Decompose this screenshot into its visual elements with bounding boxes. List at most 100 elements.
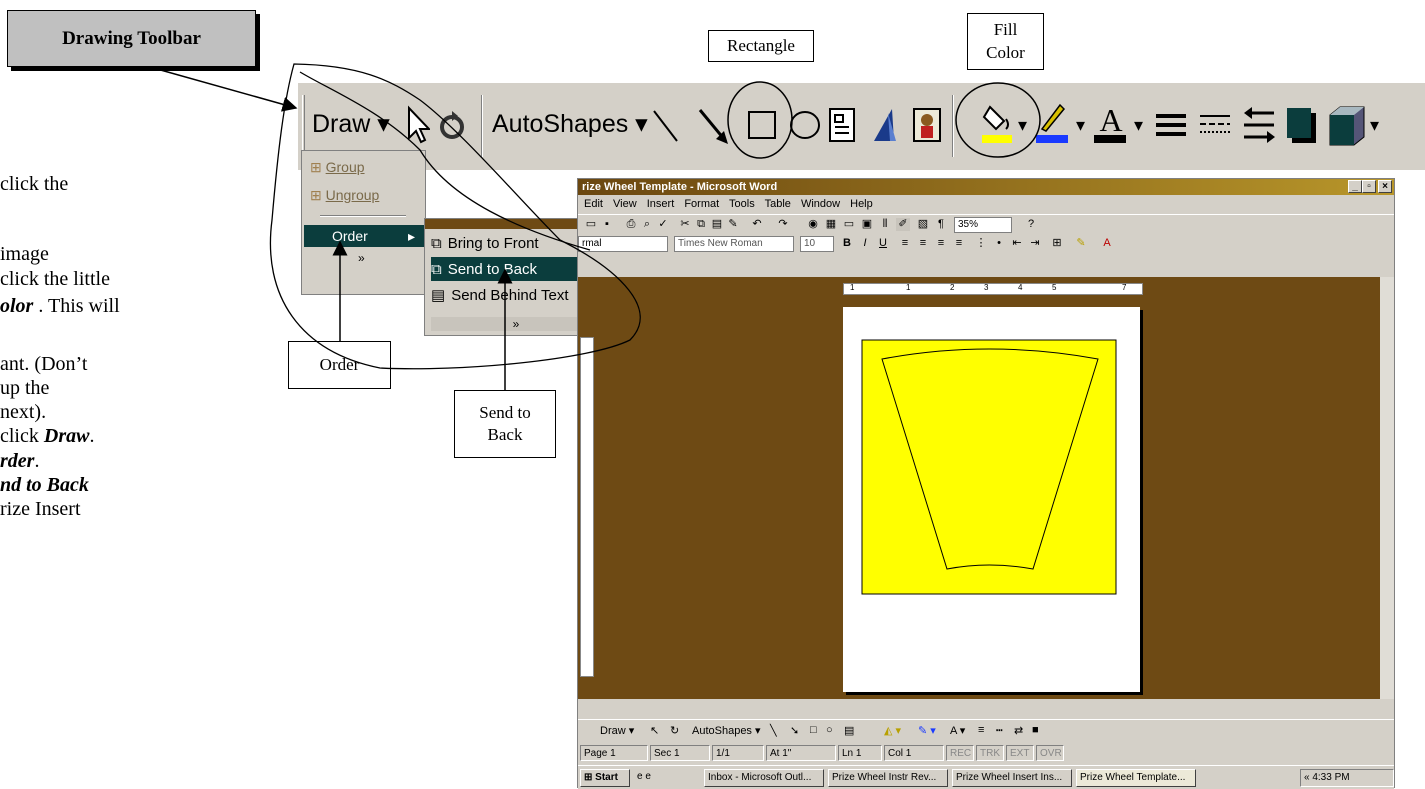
font-color-small-icon[interactable]: A: [1100, 237, 1114, 250]
menu-view[interactable]: View: [613, 198, 637, 210]
copy-icon[interactable]: ⧉: [694, 218, 708, 231]
numbering-icon[interactable]: ⋮: [974, 237, 988, 250]
prize-wheel-segment[interactable]: [861, 339, 1119, 597]
line-style-icon[interactable]: [1154, 109, 1188, 141]
task-template[interactable]: Prize Wheel Template...: [1076, 769, 1196, 787]
font-color-icon[interactable]: A: [1094, 101, 1128, 147]
shadow-icon[interactable]: [1284, 105, 1318, 145]
menu-format[interactable]: Format: [684, 198, 719, 210]
small-draw-button[interactable]: Draw ▾: [600, 724, 634, 737]
insert-excel-icon[interactable]: ▣: [860, 218, 874, 231]
more-buttons-dropdown[interactable]: ▾: [1370, 115, 1379, 136]
menu-expand-chevron[interactable]: »: [358, 251, 365, 265]
bullets-icon[interactable]: •: [992, 237, 1006, 250]
fill-color-icon[interactable]: [982, 101, 1014, 147]
small-font-color-icon[interactable]: A ▾: [950, 724, 965, 737]
align-right-icon[interactable]: ≡: [934, 237, 948, 250]
justify-icon[interactable]: ≡: [952, 237, 966, 250]
yellow-rectangle[interactable]: [861, 339, 1117, 595]
small-arrow-icon[interactable]: ➘: [790, 724, 799, 737]
tables-borders-icon[interactable]: ▦: [824, 218, 838, 231]
save-icon[interactable]: ▪: [600, 218, 614, 231]
insert-clip-art-icon[interactable]: [912, 107, 942, 143]
fill-color-dropdown[interactable]: ▾: [1018, 115, 1027, 136]
document-map-icon[interactable]: ▧: [916, 218, 930, 231]
zoom-select[interactable]: 35%: [954, 217, 1012, 233]
status-ovr[interactable]: OVR: [1036, 745, 1064, 761]
menu-table[interactable]: Table: [765, 198, 791, 210]
menu-item-send-behind-text[interactable]: ▤ Send Behind Text: [431, 283, 601, 307]
dash-style-icon[interactable]: [1198, 109, 1232, 141]
columns-icon[interactable]: ⫴: [878, 218, 892, 231]
status-ext[interactable]: EXT: [1006, 745, 1034, 761]
menu-insert[interactable]: Insert: [647, 198, 675, 210]
increase-indent-icon[interactable]: ⇥: [1028, 237, 1042, 250]
small-arrow-style-icon[interactable]: ⇄: [1014, 724, 1023, 737]
line-icon[interactable]: [650, 107, 680, 145]
spelling-icon[interactable]: ✓: [656, 218, 670, 231]
small-shadow-icon[interactable]: ■: [1032, 724, 1039, 736]
oval-icon[interactable]: [788, 109, 822, 141]
redo-icon[interactable]: ↷: [776, 218, 790, 231]
status-rec[interactable]: REC: [946, 745, 974, 761]
cut-icon[interactable]: ✂: [678, 218, 692, 231]
center-icon[interactable]: ≡: [916, 237, 930, 250]
decrease-indent-icon[interactable]: ⇤: [1010, 237, 1024, 250]
borders-icon[interactable]: ⊞: [1050, 237, 1064, 250]
task-instr-rev[interactable]: Prize Wheel Instr Rev...: [828, 769, 948, 787]
help-icon[interactable]: ?: [1024, 218, 1038, 231]
status-trk[interactable]: TRK: [976, 745, 1004, 761]
menu-window[interactable]: Window: [801, 198, 840, 210]
quick-launch[interactable]: e e: [634, 769, 692, 787]
submenu-expand-chevron[interactable]: »: [431, 317, 601, 331]
drawing-icon[interactable]: ✐: [896, 218, 910, 231]
bold-button[interactable]: B: [840, 237, 854, 250]
minimize-button[interactable]: _: [1348, 180, 1362, 193]
menu-item-bring-to-front[interactable]: ⧉ Bring to Front: [431, 231, 601, 255]
font-size-select[interactable]: 10: [800, 236, 834, 252]
hyperlink-icon[interactable]: ◉: [806, 218, 820, 231]
print-icon[interactable]: ⎙: [624, 218, 638, 231]
small-dash-style-icon[interactable]: ┅: [996, 724, 1003, 737]
highlight-icon[interactable]: ✎: [1074, 237, 1088, 250]
font-select[interactable]: Times New Roman: [674, 236, 794, 252]
task-insert-ins[interactable]: Prize Wheel Insert Ins...: [952, 769, 1072, 787]
small-line-style-icon[interactable]: ≡: [978, 724, 984, 736]
menu-edit[interactable]: Edit: [584, 198, 603, 210]
menu-help[interactable]: Help: [850, 198, 873, 210]
small-autoshapes-button[interactable]: AutoShapes ▾: [692, 724, 761, 737]
rectangle-icon[interactable]: [746, 109, 778, 141]
menu-item-send-to-back[interactable]: ⧉ Send to Back: [431, 257, 601, 281]
arrow-style-icon[interactable]: [1242, 105, 1276, 145]
print-preview-icon[interactable]: ⌕: [640, 218, 654, 231]
autoshapes-menu-button[interactable]: AutoShapes ▾: [492, 109, 648, 139]
open-icon[interactable]: ▭: [584, 218, 598, 231]
paste-icon[interactable]: ▤: [710, 218, 724, 231]
select-objects-icon[interactable]: [404, 105, 430, 145]
style-select[interactable]: rmal: [578, 236, 668, 252]
underline-button[interactable]: U: [876, 237, 890, 250]
small-oval-icon[interactable]: ○: [826, 724, 833, 736]
format-painter-icon[interactable]: ✎: [726, 218, 740, 231]
document-area[interactable]: 1 1 2 3 4 5 7: [578, 277, 1380, 699]
align-left-icon[interactable]: ≡: [898, 237, 912, 250]
small-select-icon[interactable]: ↖: [650, 724, 659, 737]
task-inbox[interactable]: Inbox - Microsoft Outl...: [704, 769, 824, 787]
font-color-dropdown[interactable]: ▾: [1134, 115, 1143, 136]
italic-button[interactable]: I: [858, 237, 872, 250]
small-fill-color-icon[interactable]: ◭ ▾: [884, 724, 901, 737]
toolbar-grip[interactable]: [302, 95, 305, 157]
show-hide-icon[interactable]: ¶: [934, 218, 948, 231]
small-line-color-icon[interactable]: ✎ ▾: [918, 724, 936, 737]
menu-item-order[interactable]: Order ▸: [304, 225, 424, 247]
wordart-icon[interactable]: [870, 105, 900, 145]
small-rectangle-icon[interactable]: □: [810, 724, 817, 736]
menu-item-ungroup[interactable]: ⊞ Ungroup: [310, 187, 379, 204]
free-rotate-icon[interactable]: [438, 107, 466, 143]
small-rotate-icon[interactable]: ↻: [670, 724, 679, 737]
line-color-dropdown[interactable]: ▾: [1076, 115, 1085, 136]
3d-icon[interactable]: [1328, 103, 1368, 147]
menu-tools[interactable]: Tools: [729, 198, 755, 210]
small-textbox-icon[interactable]: ▤: [844, 724, 854, 737]
menu-item-group[interactable]: ⊞ Group: [310, 159, 365, 176]
